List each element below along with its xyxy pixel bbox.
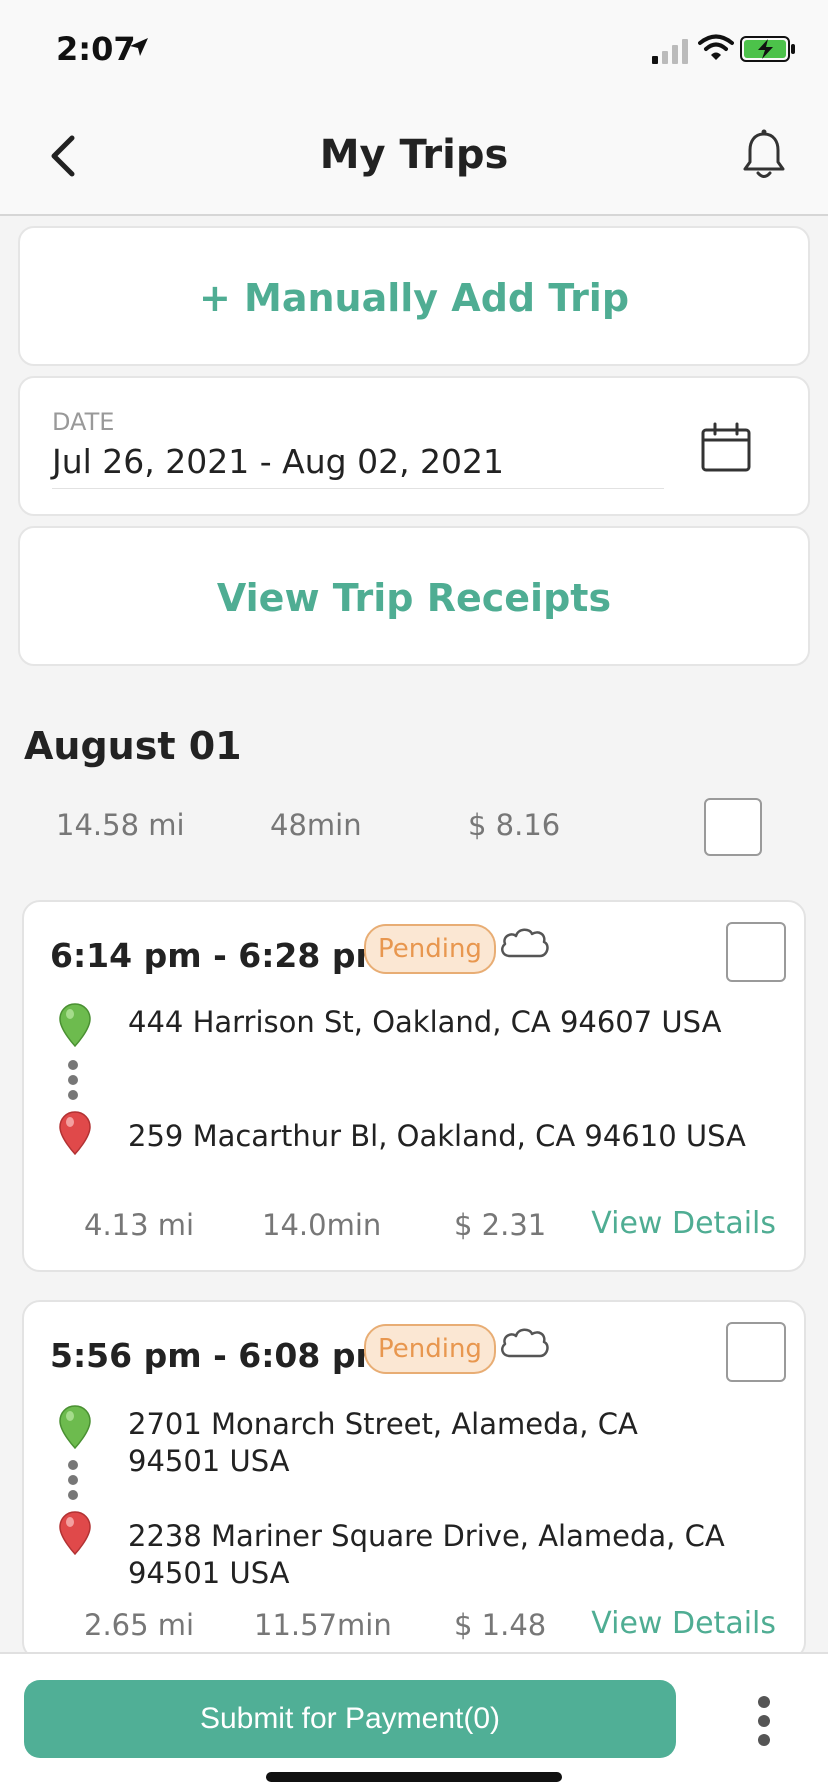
- status-badge: Pending: [364, 1324, 496, 1374]
- date-filter[interactable]: DATE Jul 26, 2021 - Aug 02, 2021: [18, 376, 810, 516]
- day-distance: 14.58 mi: [56, 808, 185, 842]
- calendar-icon[interactable]: [700, 422, 752, 474]
- trip-amount: $ 2.31: [454, 1208, 547, 1242]
- bottom-bar: Submit for Payment(0): [0, 1652, 828, 1792]
- trip-time-range: 6:14 pm - 6:28 pm: [50, 936, 390, 975]
- day-amount: $ 8.16: [468, 808, 561, 842]
- cellular-signal-icon: [652, 39, 688, 64]
- wifi-icon: [698, 34, 734, 60]
- trip-time-range: 5:56 pm - 6:08 pm: [50, 1336, 390, 1375]
- cloud-icon: [501, 1328, 549, 1358]
- trip-end-address: 2238 Mariner Square Drive, Alameda, CA 9…: [128, 1519, 725, 1590]
- add-trip-label: + Manually Add Trip: [198, 276, 630, 320]
- location-arrow-icon: [130, 38, 148, 56]
- status-badge: Pending: [364, 924, 496, 974]
- status-bar: 2:07: [0, 0, 828, 96]
- end-pin-icon: [59, 1511, 91, 1556]
- route-dots: [68, 1060, 80, 1105]
- date-underline: [52, 488, 664, 489]
- view-details-link[interactable]: View Details: [591, 1206, 776, 1241]
- bell-icon[interactable]: [740, 128, 788, 182]
- day-heading: August 01: [24, 724, 242, 768]
- trip-distance: 4.13 mi: [84, 1208, 195, 1242]
- start-pin-icon: [59, 1003, 91, 1048]
- end-pin-icon: [59, 1111, 91, 1156]
- date-range-value[interactable]: Jul 26, 2021 - Aug 02, 2021: [52, 442, 504, 481]
- nav-bar: My Trips: [0, 96, 828, 216]
- submit-for-payment-button[interactable]: Submit for Payment(0): [24, 1680, 676, 1758]
- route-dots: [68, 1460, 80, 1505]
- home-indicator: [266, 1772, 562, 1782]
- trip-card[interactable]: 5:56 pm - 6:08 pm Pending 2701 Monarch S…: [22, 1300, 806, 1660]
- trip-amount: $ 1.48: [454, 1608, 547, 1642]
- view-receipts-label: View Trip Receipts: [216, 576, 612, 620]
- trip-start-address: 2701 Monarch Street, Alameda, CA 94501 U…: [128, 1407, 638, 1478]
- trip-select-checkbox[interactable]: [726, 922, 786, 982]
- view-details-link[interactable]: View Details: [591, 1606, 776, 1641]
- day-duration: 48min: [270, 808, 362, 842]
- trip-distance: 2.65 mi: [84, 1608, 195, 1642]
- add-trip-button[interactable]: + Manually Add Trip: [18, 226, 810, 366]
- status-time: 2:07: [56, 30, 136, 68]
- page-title: My Trips: [319, 132, 509, 178]
- trip-duration: 14.0min: [262, 1208, 382, 1242]
- start-pin-icon: [59, 1405, 91, 1450]
- trip-select-checkbox[interactable]: [726, 1322, 786, 1382]
- date-label: DATE: [52, 408, 115, 436]
- trip-start-address: 444 Harrison St, Oakland, CA 94607 USA: [128, 1005, 722, 1039]
- trip-card[interactable]: 6:14 pm - 6:28 pm Pending 444 Harrison S…: [22, 900, 806, 1272]
- day-select-checkbox[interactable]: [704, 798, 762, 856]
- battery-charging-icon: [740, 36, 795, 62]
- trip-end-address: 259 Macarthur Bl, Oakland, CA 94610 USA: [128, 1119, 746, 1153]
- more-options-icon[interactable]: [752, 1696, 776, 1750]
- trip-duration: 11.57min: [254, 1608, 392, 1642]
- cloud-icon: [501, 928, 549, 958]
- view-receipts-button[interactable]: View Trip Receipts: [18, 526, 810, 666]
